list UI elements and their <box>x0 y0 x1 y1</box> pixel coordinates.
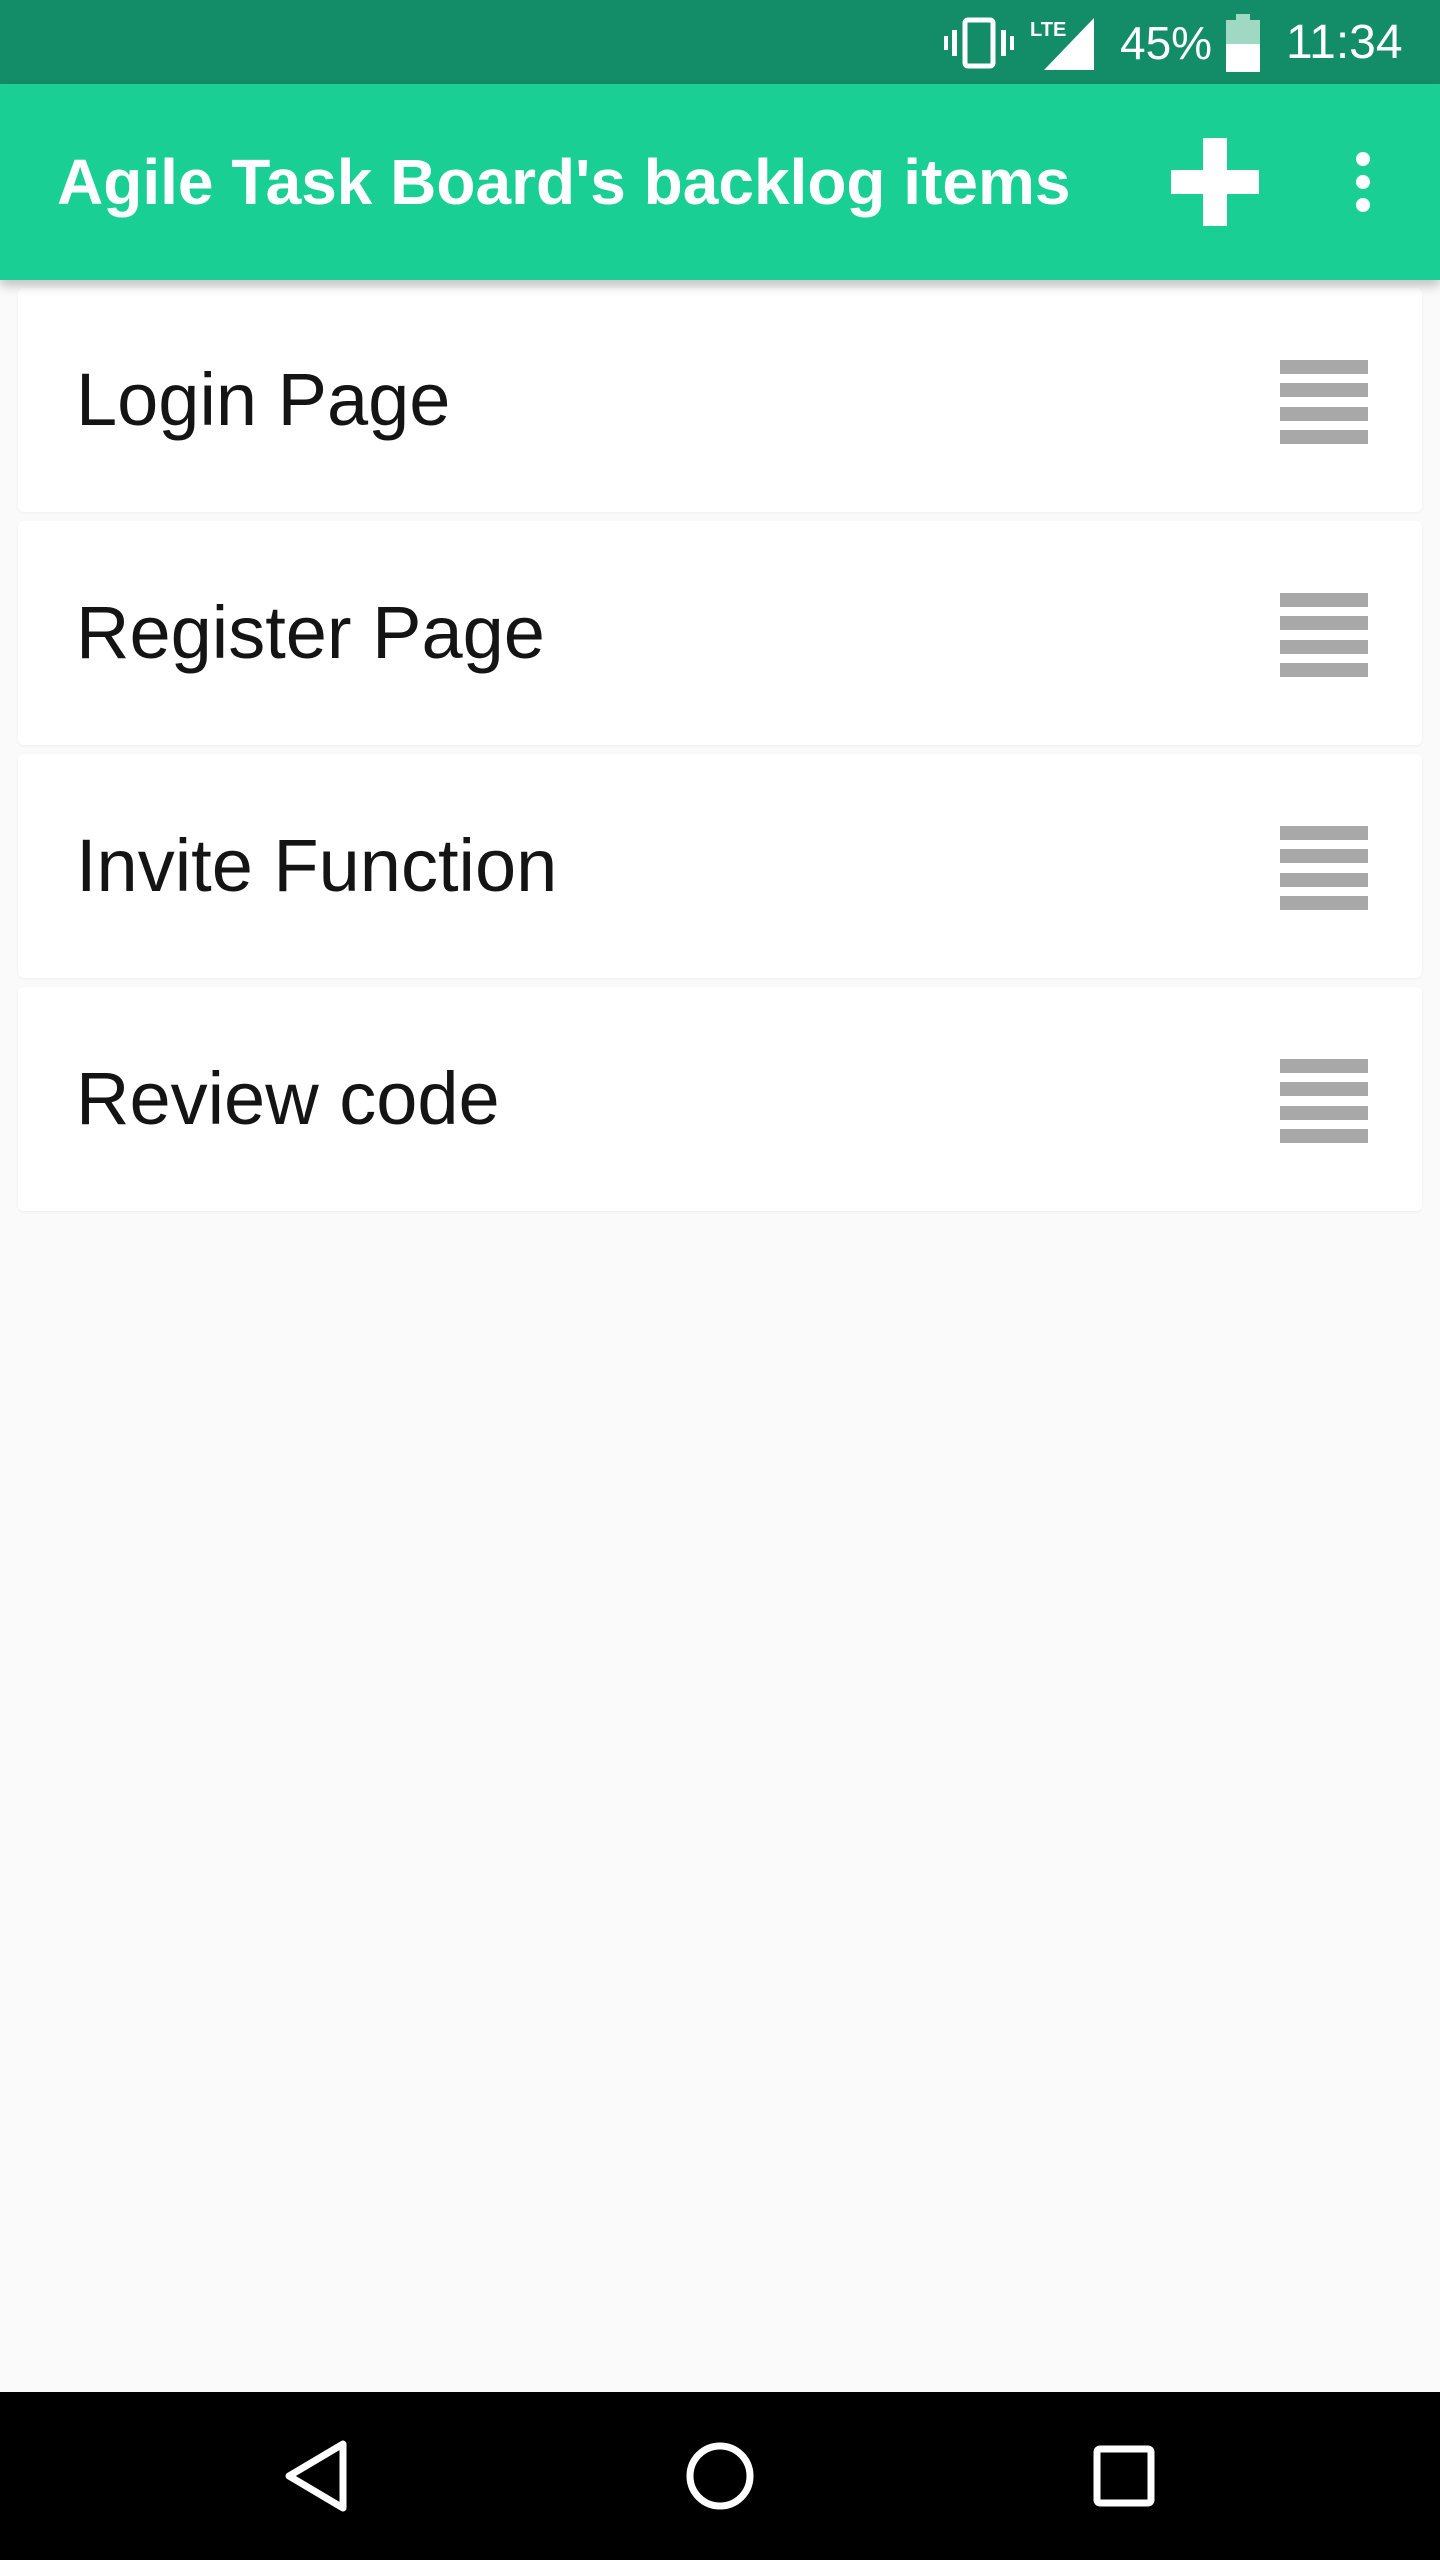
backlog-item[interactable]: Review code <box>18 987 1422 1211</box>
add-icon <box>1171 138 1259 226</box>
battery-icon <box>1226 14 1260 72</box>
clock: 11:34 <box>1286 16 1403 69</box>
backlog-item-label: Register Page <box>76 591 545 674</box>
screen: LTE 45% 11:34 Agile Task Board's backlog… <box>0 0 1440 2560</box>
backlog-item[interactable]: Login Page <box>18 288 1422 512</box>
home-button[interactable] <box>650 2416 790 2536</box>
more-options-button[interactable] <box>1320 130 1406 234</box>
vibrate-icon <box>944 17 1014 69</box>
backlog-item[interactable]: Register Page <box>18 521 1422 745</box>
backlog-item[interactable]: Invite Function <box>18 754 1422 978</box>
app-bar: Agile Task Board's backlog items <box>0 84 1440 280</box>
back-button[interactable] <box>246 2416 386 2536</box>
navigation-bar <box>0 2392 1440 2560</box>
add-item-button[interactable] <box>1150 130 1280 234</box>
backlog-item-label: Review code <box>76 1057 500 1140</box>
recents-button[interactable] <box>1054 2416 1194 2536</box>
more-vert-icon <box>1356 152 1370 212</box>
back-icon <box>285 2440 347 2512</box>
recents-icon <box>1093 2445 1155 2507</box>
drag-handle-icon[interactable] <box>1280 360 1368 444</box>
drag-handle-icon[interactable] <box>1280 826 1368 910</box>
page-title: Agile Task Board's backlog items <box>57 146 1071 218</box>
drag-handle-icon[interactable] <box>1280 593 1368 677</box>
home-icon <box>686 2442 754 2510</box>
backlog-item-label: Invite Function <box>76 824 558 907</box>
status-bar: LTE 45% 11:34 <box>0 0 1440 84</box>
signal-lte-icon: LTE <box>1030 18 1094 70</box>
battery-percent: 45% <box>1120 17 1213 69</box>
drag-handle-icon[interactable] <box>1280 1059 1368 1143</box>
network-type-label: LTE <box>1030 19 1066 41</box>
backlog-item-label: Login Page <box>76 358 451 441</box>
